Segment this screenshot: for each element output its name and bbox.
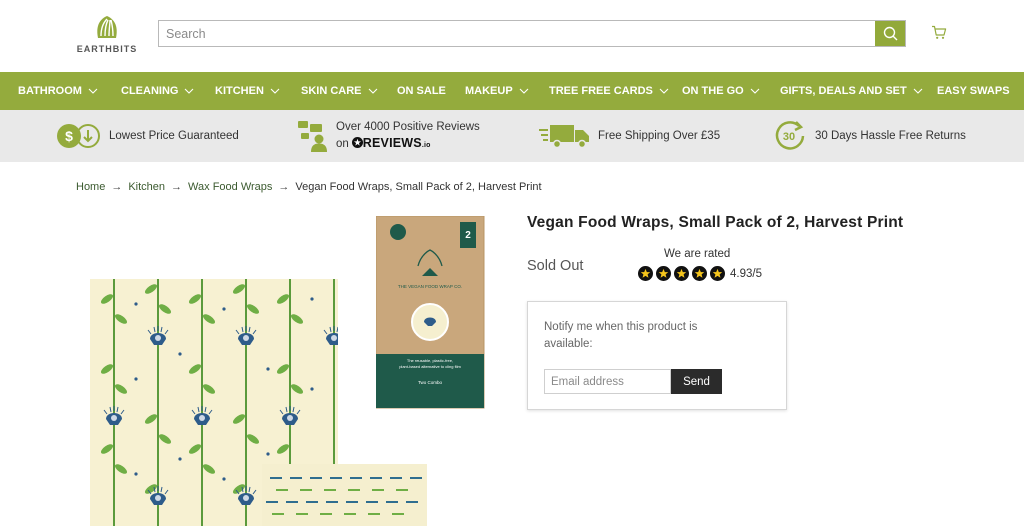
main-nav: BATHROOM CLEANING KITCHEN SKIN CARE ON S… — [0, 72, 1024, 110]
nav-item-kitchen[interactable]: KITCHEN — [215, 85, 280, 97]
nav-item-easy-swaps[interactable]: EASY SWAPS — [937, 85, 1010, 97]
brand-logo[interactable]: EARTHBITS — [76, 14, 138, 58]
nav-item-label: TREE FREE CARDS — [549, 85, 653, 97]
usp-shipping: Free Shipping Over £35 — [538, 110, 720, 162]
chevron-down-icon — [368, 88, 377, 94]
reviews-io-logo[interactable]: REVIEWS.io — [351, 135, 431, 154]
nav-item-label: ON THE GO — [682, 85, 744, 97]
reviews-brand: REVIEWS — [362, 135, 422, 150]
notify-message: Notify me when this product is available… — [544, 321, 698, 350]
price-guarantee-icon: $ — [57, 124, 100, 148]
nav-item-label: KITCHEN — [215, 85, 264, 97]
site-header: EARTHBITS — [0, 0, 1024, 72]
rating-value: 4.93/5 — [730, 267, 762, 280]
search-input[interactable] — [159, 21, 877, 46]
usp-reviews-line1: Over 4000 Positive Reviews — [336, 120, 480, 133]
product-image-small-wrap[interactable] — [262, 464, 427, 526]
breadcrumb-category[interactable]: Wax Food Wraps — [188, 181, 272, 193]
search-bar — [158, 20, 906, 47]
usp-bar: $ Lowest Price Guaranteed Over 4000 Posi… — [0, 110, 1024, 162]
nav-item-gifts-deals[interactable]: GIFTS, DEALS AND SET — [780, 85, 923, 97]
chevron-down-icon — [659, 88, 669, 94]
svg-text:plant-based alternative to cli: plant-based alternative to cling film — [399, 364, 461, 369]
usp-reviews-on: on — [336, 138, 349, 150]
usp-price-text: Lowest Price Guaranteed — [109, 130, 239, 142]
brand-name: EARTHBITS — [76, 44, 138, 54]
star-icon — [674, 266, 689, 281]
reviews-suffix: .io — [421, 141, 431, 149]
nav-item-bathroom[interactable]: BATHROOM — [18, 85, 98, 97]
breadcrumb: Home → Kitchen → Wax Food Wraps → Vegan … — [76, 181, 542, 193]
star-icon — [638, 266, 653, 281]
leaf-logo-icon — [97, 16, 117, 38]
nav-item-tree-free-cards[interactable]: TREE FREE CARDS — [549, 85, 669, 97]
dash-print-pattern — [266, 477, 422, 515]
cart-button[interactable] — [931, 25, 947, 45]
arrow-right-icon: → — [111, 181, 123, 193]
stock-status: Sold Out — [527, 258, 584, 274]
returns-icon: 30 — [775, 121, 805, 150]
chevron-down-icon — [913, 88, 923, 94]
usp-shipping-text: Free Shipping Over £35 — [598, 130, 721, 142]
send-button[interactable]: Send — [671, 369, 722, 394]
nav-item-on-sale[interactable]: ON SALE — [397, 85, 446, 97]
usp-returns: 30 30 Days Hassle Free Returns — [773, 110, 966, 162]
svg-text:$: $ — [65, 128, 73, 144]
nav-item-label: GIFTS, DEALS AND SET — [780, 85, 907, 97]
product-image-pack[interactable]: 2 THE VEGAN FOOD WRAP CO. The reusable, … — [375, 215, 486, 410]
breadcrumb-current: Vegan Food Wraps, Small Pack of 2, Harve… — [295, 181, 542, 193]
pack-number: 2 — [465, 230, 471, 241]
nav-item-label: MAKEUP — [465, 85, 513, 97]
usp-reviews: Over 4000 Positive Reviews on REVIEWS.io — [297, 110, 480, 162]
star-icon — [656, 266, 671, 281]
pack-illustration: 2 THE VEGAN FOOD WRAP CO. The reusable, … — [375, 215, 485, 409]
nav-item-label: SKIN CARE — [301, 85, 362, 97]
usp-reviews-line2: on REVIEWS.io — [336, 135, 480, 154]
nav-item-makeup[interactable]: MAKEUP — [465, 85, 529, 97]
email-field[interactable] — [544, 369, 671, 394]
pack-brand: THE VEGAN FOOD WRAP CO. — [398, 284, 462, 289]
chevron-down-icon — [88, 88, 98, 94]
notify-form: Notify me when this product is available… — [527, 301, 787, 410]
nav-item-skin-care[interactable]: SKIN CARE — [301, 85, 378, 97]
pack-combo: Two Combo — [418, 380, 443, 385]
breadcrumb-kitchen[interactable]: Kitchen — [128, 181, 165, 193]
usp-reviews-text: Over 4000 Positive Reviews on REVIEWS.io — [336, 119, 480, 154]
chevron-down-icon — [185, 88, 194, 94]
usp-returns-text: 30 Days Hassle Free Returns — [815, 130, 966, 142]
rating-stars[interactable]: 4.93/5 — [638, 266, 762, 281]
nav-item-on-the-go[interactable]: ON THE GO — [682, 85, 760, 97]
nav-item-label: CLEANING — [121, 85, 179, 97]
search-button[interactable] — [875, 21, 905, 46]
chevron-down-icon — [270, 88, 280, 94]
pack-tagline: The reusable, plastic-free, — [407, 358, 453, 363]
nav-item-cleaning[interactable]: CLEANING — [121, 85, 194, 97]
breadcrumb-home[interactable]: Home — [76, 181, 105, 193]
usp-price: $ Lowest Price Guaranteed — [56, 110, 239, 162]
search-icon — [883, 26, 897, 41]
nav-item-label: ON SALE — [397, 85, 446, 97]
rated-label: We are rated — [664, 248, 731, 260]
nav-item-label: EASY SWAPS — [937, 85, 1010, 97]
returns-badge-text: 30 — [783, 131, 795, 143]
arrow-right-icon: → — [171, 181, 183, 193]
nav-item-label: BATHROOM — [18, 85, 82, 97]
delivery-truck-icon — [539, 125, 589, 149]
star-icon — [710, 266, 725, 281]
cart-icon — [932, 25, 947, 39]
chevron-down-icon — [519, 88, 529, 94]
star-icon — [692, 266, 707, 281]
reviews-icon — [298, 121, 327, 152]
product-title: Vegan Food Wraps, Small Pack of 2, Harve… — [527, 214, 904, 231]
chevron-down-icon — [750, 88, 760, 94]
star-badge-icon — [351, 136, 363, 148]
arrow-right-icon: → — [278, 181, 290, 193]
